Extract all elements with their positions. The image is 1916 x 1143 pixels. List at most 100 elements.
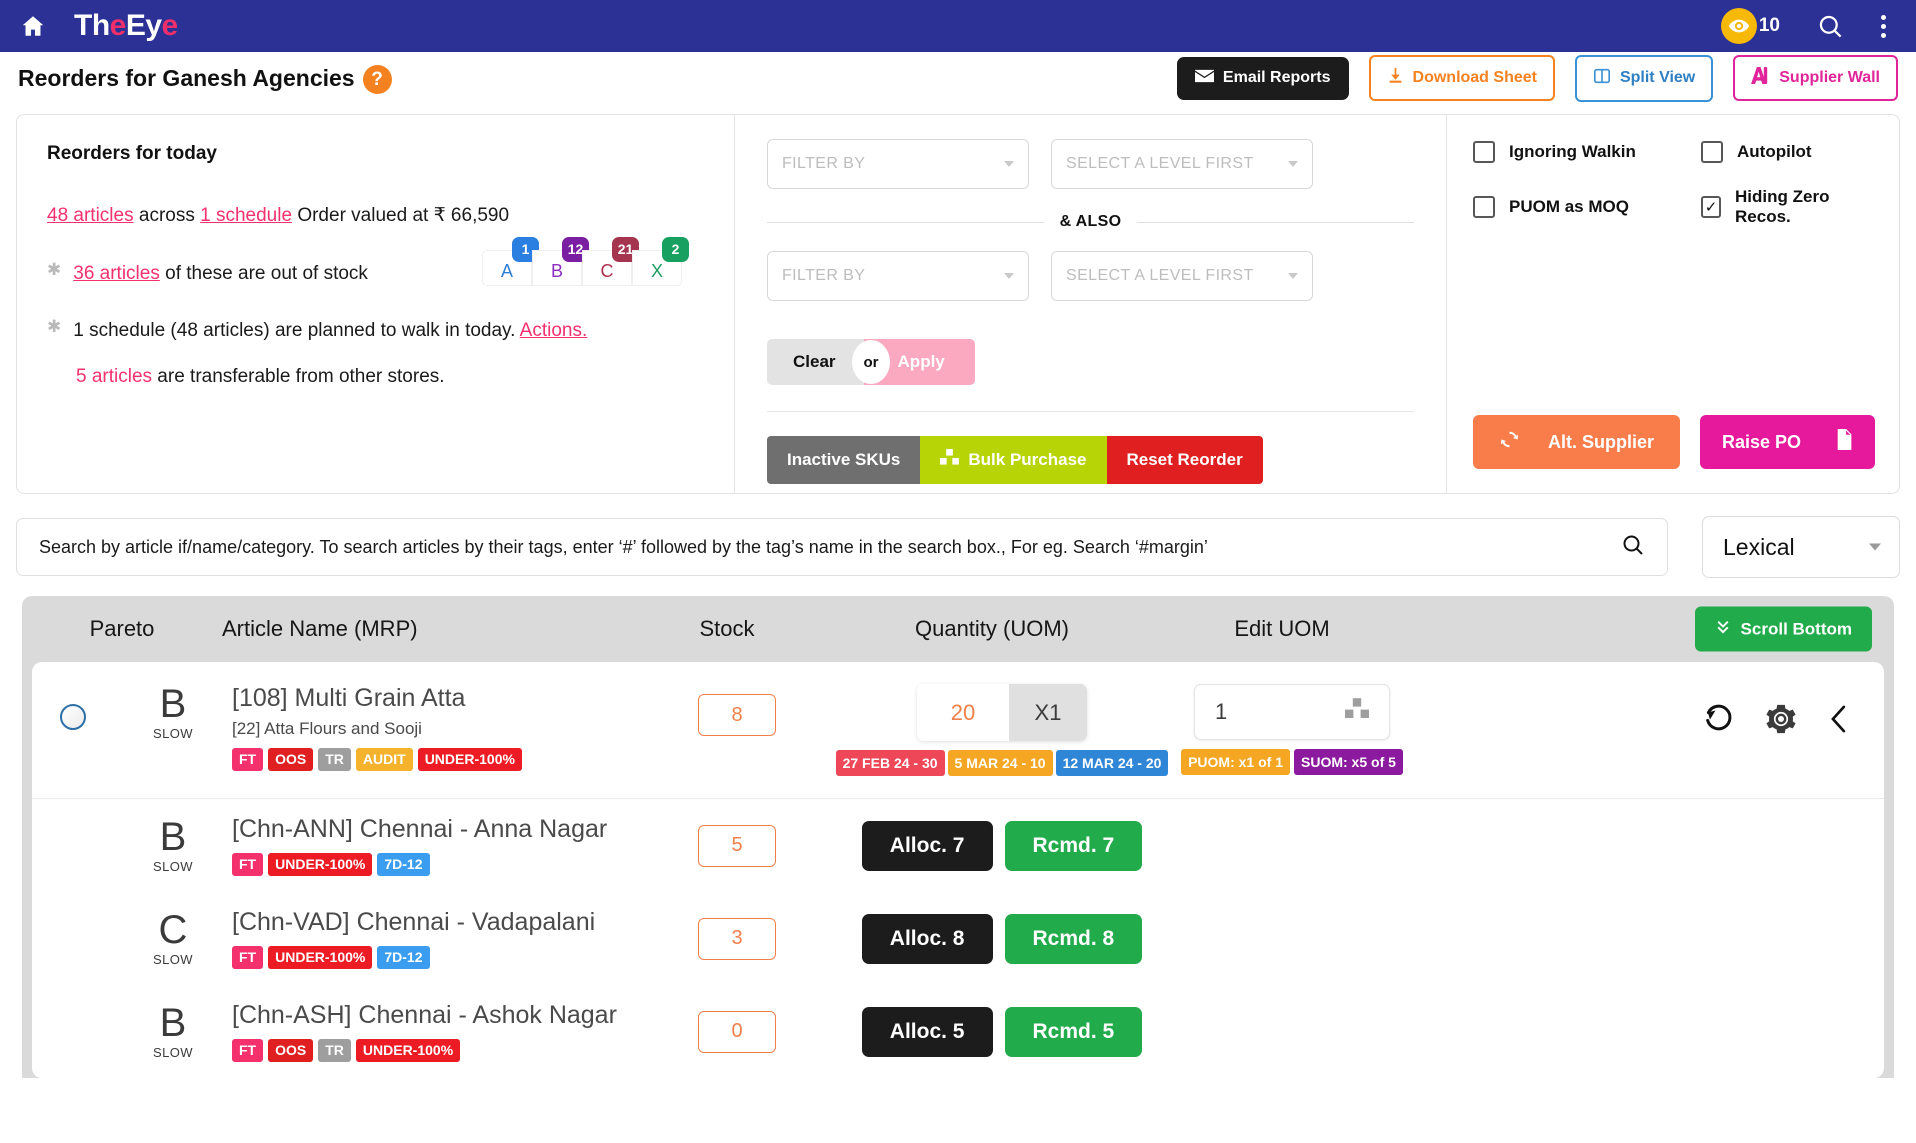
transferable-text: 5 articles are transferable from other s… — [76, 363, 445, 391]
filter-by-select-1[interactable]: FILTER BY — [767, 139, 1029, 189]
date-tag-2: 5 MAR 24 - 10 — [948, 750, 1053, 776]
checkbox-puom-as-moq[interactable]: PUOM as MOQ — [1473, 187, 1701, 227]
document-icon — [1835, 429, 1853, 455]
chevron-down-icon-4 — [1288, 273, 1298, 279]
column-header-pareto: Pareto — [22, 616, 222, 642]
search-input[interactable] — [39, 537, 1621, 558]
bulk-purchase-button[interactable]: Bulk Purchase — [920, 436, 1106, 484]
checkbox-ignoring-walkin[interactable]: Ignoring Walkin — [1473, 141, 1701, 163]
search-icon[interactable] — [1810, 6, 1850, 46]
articles-count-link[interactable]: 48 articles — [47, 205, 134, 226]
subrow-store-name-3[interactable]: [Chn-ASH] Chennai - Ashok Nagar — [232, 1001, 622, 1030]
chevron-left-icon[interactable] — [1826, 702, 1852, 736]
subrow-pareto-letter-1: B — [160, 817, 187, 857]
subrow-rcmd-button-1[interactable]: Rcmd. 7 — [1005, 821, 1143, 871]
watchlist-indicator[interactable]: 10 — [1721, 8, 1780, 44]
home-icon[interactable] — [18, 11, 48, 41]
quantity-value[interactable]: 20 — [917, 684, 1009, 741]
subrow-stock-value-1[interactable]: 5 — [698, 825, 776, 867]
subrow-stock-value-3[interactable]: 0 — [698, 1011, 776, 1053]
inactive-skus-button[interactable]: Inactive SKUs — [767, 436, 920, 484]
summary-bullet-oos: ✱ 36 articles of these are out of stock … — [47, 260, 704, 288]
pareto-cell-b[interactable]: B 12 — [532, 250, 582, 286]
subrow-stock-value-2[interactable]: 3 — [698, 918, 776, 960]
checkbox-hiding-zero-recos[interactable]: ✓ Hiding Zero Recos. — [1701, 187, 1873, 227]
chevron-down-icon-lexical — [1869, 544, 1881, 551]
raise-po-button[interactable]: Raise PO — [1700, 415, 1875, 469]
table-subrow: B SLOW [Chn-ASH] Chennai - Ashok Nagar F… — [32, 985, 1884, 1078]
summary-value-text: Order valued at ₹ 66,590 — [292, 205, 509, 226]
checkbox-box-hiding-zero-recos[interactable]: ✓ — [1701, 196, 1721, 218]
help-icon[interactable]: ? — [363, 65, 392, 94]
subrow-stock-cell-2: 3 — [622, 918, 852, 960]
undo-icon[interactable] — [1702, 702, 1736, 736]
subrow-alloc-button-3[interactable]: Alloc. 5 — [862, 1007, 993, 1057]
split-view-label: Split View — [1620, 69, 1695, 87]
oos-articles-link[interactable]: 36 articles — [73, 263, 160, 284]
clear-button[interactable]: Clear — [767, 339, 864, 385]
table-body: B SLOW [108] Multi Grain Atta [22] Atta … — [32, 662, 1884, 1078]
email-reports-button[interactable]: Email Reports — [1177, 57, 1349, 100]
subrow-alloc-button-2[interactable]: Alloc. 8 — [862, 914, 993, 964]
alt-supplier-button[interactable]: Alt. Supplier — [1473, 415, 1680, 469]
article-name[interactable]: [108] Multi Grain Atta — [232, 684, 622, 713]
level-select-1[interactable]: SELECT A LEVEL FIRST — [1051, 139, 1313, 189]
split-view-button[interactable]: Split View — [1575, 55, 1713, 102]
boxes-icon — [940, 449, 959, 471]
subrow-store-name-1[interactable]: [Chn-ANN] Chennai - Anna Nagar — [232, 815, 622, 844]
pareto-cell-x[interactable]: X 2 — [632, 250, 682, 286]
row-quantity-cell: 20 X1 27 FEB 24 - 30 5 MAR 24 - 10 12 MA… — [852, 684, 1152, 776]
search-mode-select[interactable]: Lexical — [1702, 516, 1900, 578]
uom-input[interactable]: 1 — [1194, 684, 1390, 740]
subrow-tag-under-1: UNDER-100% — [268, 853, 372, 876]
pareto-distribution: A 1 B 12 C 21 X 2 — [482, 250, 682, 286]
checkbox-label-hiding-zero-recos: Hiding Zero Recos. — [1735, 187, 1873, 227]
subrow-store-name-2[interactable]: [Chn-VAD] Chennai - Vadapalani — [232, 908, 622, 937]
gear-icon[interactable] — [1764, 702, 1798, 736]
brand-text-4: e — [162, 9, 178, 42]
transferable-articles-link[interactable]: 5 articles — [76, 366, 152, 387]
schedule-count-link[interactable]: 1 schedule — [200, 205, 292, 226]
eye-icon[interactable] — [1721, 8, 1757, 44]
uom-value: 1 — [1215, 699, 1227, 725]
subrow-alloc-button-1[interactable]: Alloc. 7 — [862, 821, 993, 871]
level-select-2[interactable]: SELECT A LEVEL FIRST — [1051, 251, 1313, 301]
filter-by-placeholder-1: FILTER BY — [782, 155, 865, 173]
download-sheet-button[interactable]: Download Sheet — [1369, 55, 1555, 101]
table-subrow: B SLOW [Chn-ANN] Chennai - Anna Nagar FT… — [32, 799, 1884, 892]
quantity-stepper[interactable]: 20 X1 — [917, 684, 1087, 741]
actions-link[interactable]: Actions. — [520, 320, 588, 341]
checkbox-box-autopilot[interactable] — [1701, 141, 1723, 163]
quantity-multiplier[interactable]: X1 — [1009, 684, 1087, 741]
schedule-text: 1 schedule (48 articles) are planned to … — [73, 317, 587, 345]
or-separator: or — [852, 340, 890, 384]
scroll-bottom-button[interactable]: Scroll Bottom — [1695, 607, 1872, 652]
subrow-tag-ft-2: FT — [232, 946, 263, 969]
pareto-count-x: 2 — [662, 237, 689, 262]
level-placeholder-2: SELECT A LEVEL FIRST — [1066, 267, 1254, 285]
checkbox-box-ignoring-walkin[interactable] — [1473, 141, 1495, 163]
checkbox-box-puom-as-moq[interactable] — [1473, 196, 1495, 218]
article-tags: FT OOS TR AUDIT UNDER-100% — [232, 748, 622, 771]
also-label: & ALSO — [1044, 213, 1138, 231]
pareto-cell-a[interactable]: A 1 — [482, 250, 532, 286]
schedule-prefix: 1 schedule (48 articles) are planned to … — [73, 320, 519, 341]
pareto-cell-c[interactable]: C 21 — [582, 250, 632, 286]
supplier-wall-button[interactable]: Supplier Wall — [1733, 55, 1898, 101]
row-radio-button[interactable] — [60, 704, 86, 730]
checkbox-autopilot[interactable]: Autopilot — [1701, 141, 1873, 163]
subrow-rcmd-button-3[interactable]: Rcmd. 5 — [1005, 1007, 1143, 1057]
watchlist-count: 10 — [1759, 15, 1780, 37]
kebab-menu-icon[interactable] — [1870, 6, 1896, 46]
stock-value[interactable]: 8 — [698, 694, 776, 736]
search-submit-icon[interactable] — [1621, 533, 1645, 562]
filter-by-select-2[interactable]: FILTER BY — [767, 251, 1029, 301]
reset-reorder-button[interactable]: Reset Reorder — [1107, 436, 1263, 484]
subrow-tag-oos-3: OOS — [268, 1039, 313, 1062]
subrow-tag-tr-3: TR — [318, 1039, 351, 1062]
uom-tags: PUOM: x1 of 1 SUOM: x5 of 5 — [1181, 749, 1403, 775]
subrow-stock-cell-1: 5 — [622, 825, 852, 867]
subrow-rcmd-button-2[interactable]: Rcmd. 8 — [1005, 914, 1143, 964]
supplier-wall-label: Supplier Wall — [1779, 69, 1880, 87]
oos-suffix: of these are out of stock — [160, 263, 368, 284]
